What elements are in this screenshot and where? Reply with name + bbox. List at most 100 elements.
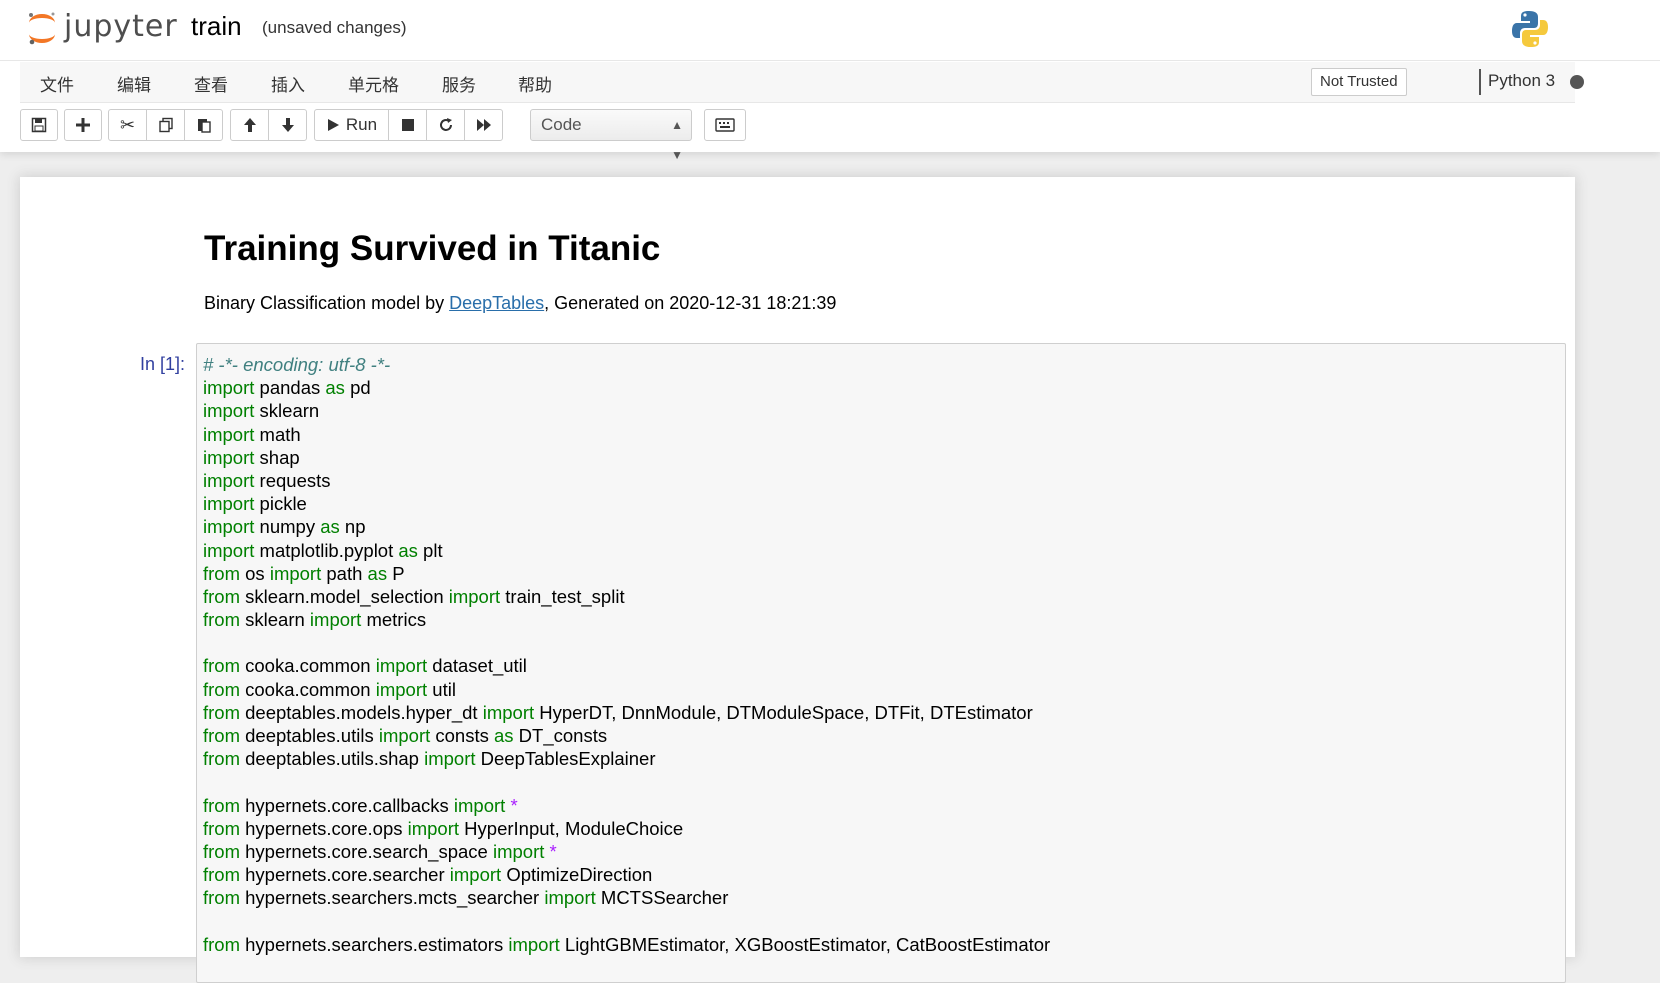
interrupt-button[interactable] [388, 109, 427, 141]
code-token: import [309, 609, 362, 631]
code-token: HyperInput, ModuleChoice [459, 817, 684, 839]
code-token: sklearn.model_selection [240, 585, 449, 607]
code-line: import numpy as np [203, 515, 1050, 538]
code-line: from deeptables.models.hyper_dt import H… [203, 701, 1050, 724]
code-token: hypernets.core.search_space [240, 840, 493, 862]
kernel-name[interactable]: Python 3 [1488, 71, 1555, 91]
code-line: from hypernets.searchers.estimators impo… [203, 933, 1050, 956]
menu-bar: 文件 编辑 查看 插入 单元格 服务 帮助 Not Trusted Python… [20, 62, 1584, 103]
code-token: math [254, 423, 301, 445]
code-token: as [320, 516, 340, 538]
code-token: import [508, 933, 560, 955]
paste-icon [197, 119, 211, 133]
menu-file[interactable]: 文件 [40, 71, 74, 96]
deeptables-link[interactable]: DeepTables [449, 293, 544, 313]
code-token: from [203, 748, 240, 770]
cell-type-select[interactable]: Code ▲ ▼ [530, 109, 692, 162]
run-button[interactable]: Run [314, 109, 389, 141]
menu-cell[interactable]: 单元格 [348, 71, 399, 96]
code-line: from hypernets.core.search_space import … [203, 840, 1050, 863]
code-token: sklearn [240, 609, 310, 631]
move-down-button[interactable] [268, 109, 307, 141]
code-token: deeptables.models.hyper_dt [240, 701, 483, 723]
cut-button[interactable]: ✂ [108, 109, 147, 141]
code-token: as [494, 725, 514, 746]
code-token: from [203, 840, 240, 862]
code-line: import pickle [203, 492, 1050, 515]
select-caret-icon: ▲ ▼ [671, 118, 683, 162]
menu-edit[interactable]: 编辑 [117, 71, 151, 96]
subtitle-prefix: Binary Classification model by [204, 293, 450, 313]
code-token: * [510, 794, 518, 816]
code-token: hypernets.core.ops [240, 817, 408, 839]
notebook-header: jupyter train (unsaved changes) 文件 编辑 查看… [0, 0, 1660, 162]
code-token: pd [344, 377, 371, 399]
code-token: numpy [254, 516, 321, 538]
code-token: LightGBMEstimator, XGBoostEstimator, Cat… [559, 933, 1051, 955]
code-token: import [203, 539, 255, 561]
notebook-name[interactable]: train [191, 11, 242, 42]
trust-indicator[interactable]: Not Trusted [1311, 68, 1407, 96]
copy-button[interactable] [146, 109, 185, 141]
play-icon [327, 119, 339, 131]
copy-icon [158, 117, 173, 133]
code-cell-editor[interactable]: # -*- encoding: utf-8 -*- import pandas a… [196, 343, 1566, 983]
restart-button[interactable] [426, 109, 465, 141]
insert-cell-button[interactable] [64, 109, 102, 141]
code-token: DeepTablesExplainer [475, 748, 656, 770]
code-token: OptimizeDirection [501, 864, 653, 886]
code-line: from hypernets.searchers.mcts_searcher i… [203, 886, 1050, 909]
code-token: # -*- encoding: utf-8 -*- [203, 354, 391, 375]
code-token: hypernets.core.searcher [240, 864, 450, 886]
arrow-down-icon [281, 118, 294, 132]
code-token: plt [417, 539, 443, 561]
code-token: from [203, 701, 240, 723]
code-token: path [321, 562, 368, 584]
paste-button[interactable] [184, 109, 223, 141]
menu-kernel[interactable]: 服务 [442, 71, 476, 96]
code-token: np [339, 516, 366, 538]
code-token: MCTSSearcher [595, 887, 729, 909]
code-line: from cooka.common import dataset_util [203, 654, 1050, 677]
markdown-title: Training Survived in Titanic [204, 229, 661, 268]
python-logo [1510, 9, 1550, 54]
code-line: from cooka.common import util [203, 678, 1050, 701]
code-token: from [203, 864, 240, 886]
code-line: import sklearn [203, 399, 1050, 422]
code-token: dataset_util [427, 655, 527, 677]
python-logo-icon [1512, 11, 1548, 47]
code-token: os [240, 562, 270, 584]
jupyter-wordmark: jupyter [64, 8, 178, 44]
jupyter-logo[interactable]: jupyter [26, 8, 178, 48]
restart-run-all-button[interactable] [464, 109, 503, 141]
menu-view[interactable]: 查看 [194, 71, 228, 96]
menu-help[interactable]: 帮助 [518, 71, 552, 96]
code-line: from deeptables.utils.shap import DeepTa… [203, 747, 1050, 770]
command-palette-button[interactable] [704, 109, 746, 141]
code-token: import [203, 446, 255, 468]
code-token: cooka.common [240, 678, 376, 700]
cell-type-value: Code [541, 115, 582, 134]
code-token: from [203, 933, 240, 955]
code-token: cooka.common [240, 655, 376, 677]
notebook-container: Training Survived in Titanic Binary Clas… [20, 177, 1575, 983]
menu-insert[interactable]: 插入 [271, 71, 305, 96]
code-token: hypernets.core.callbacks [240, 794, 454, 816]
code-line: import matplotlib.pyplot as plt [203, 539, 1050, 562]
move-up-button[interactable] [230, 109, 269, 141]
code-token: from [203, 585, 240, 607]
code-token: import [453, 794, 506, 816]
cell-prompt: In [1]: [140, 354, 186, 374]
code-token: from [203, 725, 240, 746]
save-button[interactable] [20, 109, 58, 141]
code-token: consts [430, 725, 494, 746]
code-token: import [203, 423, 255, 445]
code-token: import [448, 585, 501, 607]
code-token: import [544, 887, 596, 909]
code-token: train_test_split [500, 585, 625, 607]
code-token: as [325, 377, 345, 399]
arrow-up-icon [243, 118, 256, 132]
